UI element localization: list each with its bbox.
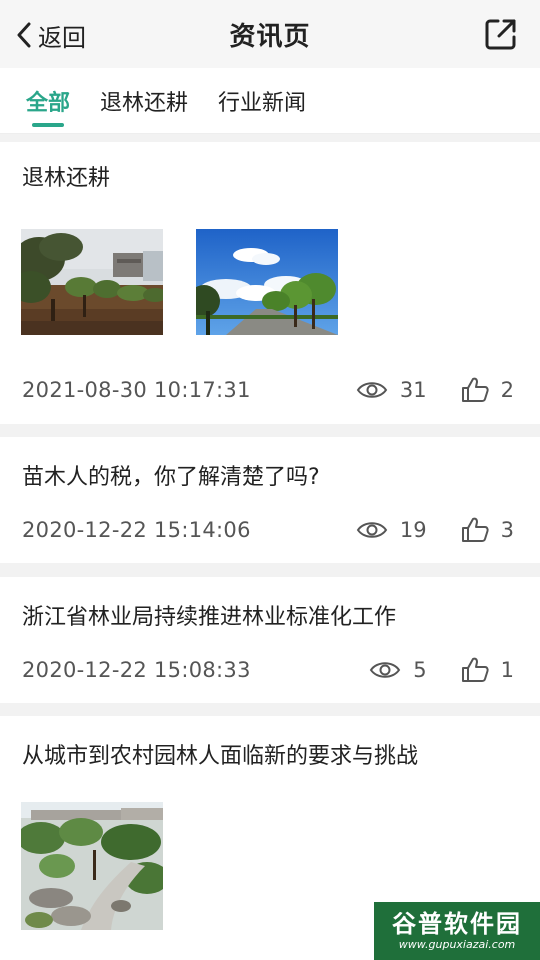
view-count: 19: [356, 518, 427, 542]
back-label: 返回: [38, 23, 86, 52]
page-title: 资讯页: [229, 21, 311, 52]
article-title: 退林还耕: [22, 166, 111, 191]
watermark-title: 谷普软件园: [392, 910, 522, 938]
eye-icon: [356, 382, 388, 398]
garden-landscape-photo: [21, 802, 163, 930]
tab-return-forest-to-farmland[interactable]: 退林还耕: [100, 68, 188, 134]
nursery-trees-photo: [21, 229, 163, 335]
like-number: 2: [500, 378, 514, 402]
tree-lined-road-photo: [196, 229, 338, 335]
article-meta: 2020-12-22 15:14:06 19 3: [22, 515, 514, 545]
eye-icon: [356, 522, 388, 538]
top-bar: 返回 资讯页: [0, 0, 540, 68]
external-share-icon[interactable]: [484, 17, 518, 51]
view-number: 5: [413, 658, 427, 682]
like-button[interactable]: 1: [461, 657, 514, 683]
publish-date: 2020-12-22 15:14:06: [22, 518, 251, 542]
eye-icon: [370, 662, 401, 678]
tab-all[interactable]: 全部: [26, 68, 70, 134]
article-title: 从城市到农村园林人面临新的要求与挑战: [22, 744, 419, 769]
view-count: 31: [356, 378, 427, 402]
article-title: 浙江省林业局持续推进林业标准化工作: [22, 605, 397, 630]
view-count: 5: [369, 658, 427, 682]
article-card-3[interactable]: 浙江省林业局持续推进林业标准化工作 2020-12-22 15:08:33 5 …: [0, 577, 540, 703]
article-meta: 2020-12-22 15:08:33 5 1: [22, 655, 514, 685]
article-meta: 2021-08-30 10:17:31 31 2: [22, 375, 514, 405]
like-number: 1: [500, 658, 514, 682]
article-card-2[interactable]: 苗木人的税，你了解清楚了吗? 2020-12-22 15:14:06 19 3: [0, 437, 540, 563]
thumbs-up-icon: [461, 377, 489, 402]
like-number: 3: [500, 518, 514, 542]
like-button[interactable]: 2: [461, 377, 514, 403]
chevron-left-icon: [17, 22, 31, 48]
article-card-1[interactable]: 退林还耕 2021-08-30 10:17:31 31 2: [0, 142, 540, 424]
thumbs-up-icon: [461, 657, 489, 682]
back-button[interactable]: 返回: [16, 16, 86, 54]
site-watermark: 谷普软件园 www.gupuxiazai.com: [374, 902, 540, 960]
view-number: 19: [399, 518, 427, 542]
view-number: 31: [399, 378, 427, 402]
publish-date: 2021-08-30 10:17:31: [22, 378, 251, 402]
watermark-url: www.gupuxiazai.com: [398, 938, 516, 951]
article-title: 苗木人的税，你了解清楚了吗?: [22, 465, 320, 490]
like-button[interactable]: 3: [461, 517, 514, 543]
tab-industry-news[interactable]: 行业新闻: [218, 68, 306, 134]
publish-date: 2020-12-22 15:08:33: [22, 658, 251, 682]
thumbs-up-icon: [461, 517, 489, 542]
category-tabs: 全部 退林还耕 行业新闻: [0, 68, 540, 134]
